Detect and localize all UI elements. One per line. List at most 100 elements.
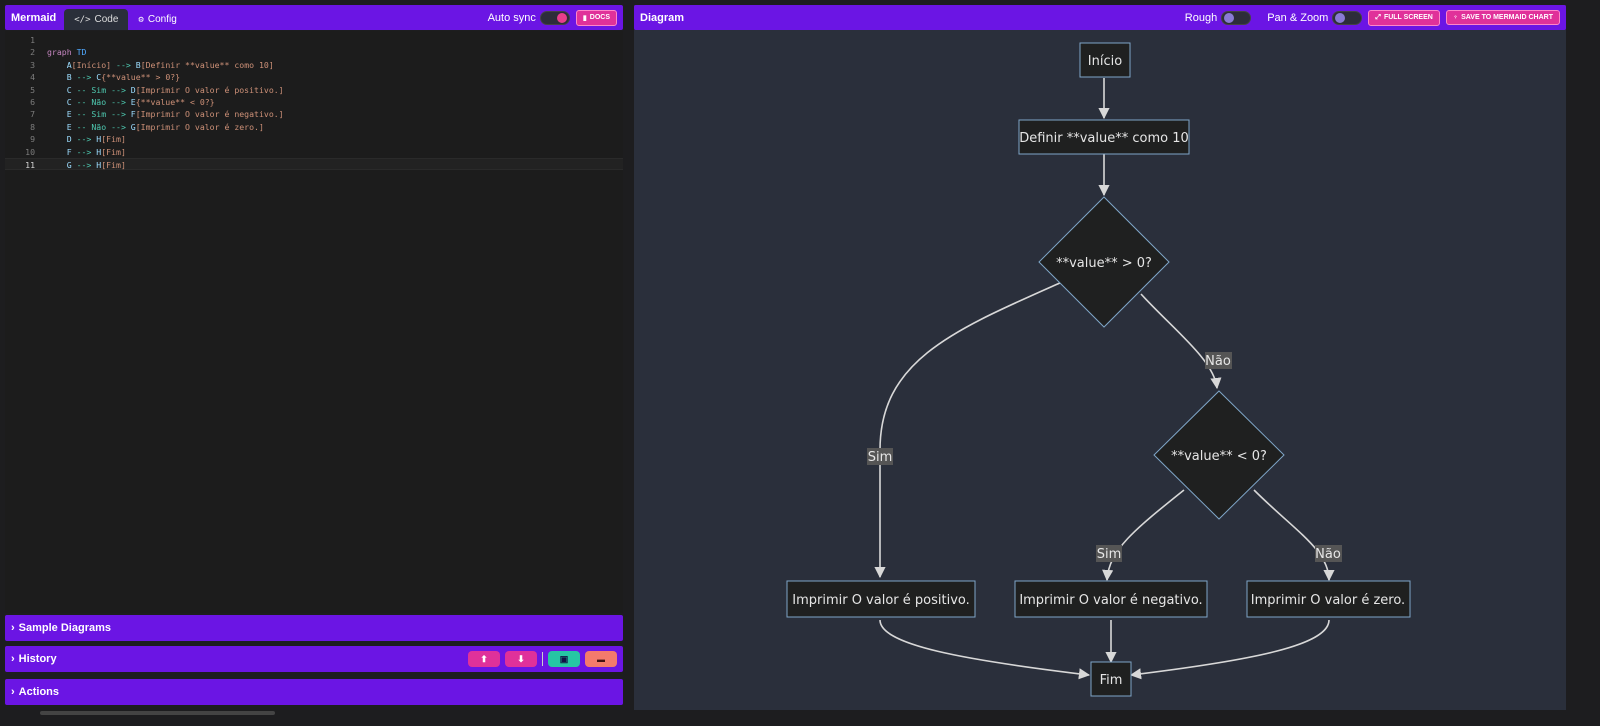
edge-c-e	[1140, 293, 1222, 390]
save-history-button[interactable]: ▣	[548, 651, 580, 667]
chevron-right-icon: ›	[11, 653, 15, 665]
code-line[interactable]: 10 F --> H[Fim]	[5, 146, 623, 158]
code-line[interactable]: 9 D --> H[Fim]	[5, 133, 623, 145]
code-token: F	[47, 146, 77, 157]
app-brand: Mermaid	[11, 11, 57, 24]
trash-icon: ▬	[597, 654, 605, 664]
code-token: D	[47, 134, 77, 145]
download-button[interactable]: ⬇	[505, 651, 537, 667]
history-label: History	[18, 653, 57, 665]
line-number: 6	[30, 96, 35, 107]
tab-code[interactable]: </> Code	[64, 9, 129, 30]
code-token: F	[125, 109, 136, 120]
code-line[interactable]: 4 B --> C{**value** > 0?}	[5, 71, 623, 83]
code-token: graph	[47, 47, 77, 58]
diagram-canvas[interactable]: Início Definir **value** como 10 **value…	[634, 30, 1566, 710]
chevron-right-icon: ›	[11, 622, 15, 634]
code-line[interactable]: 3 A[Início] --> B[Definir **value** como…	[5, 59, 623, 71]
upload-button[interactable]: ⬆	[468, 651, 500, 667]
code-token: -->	[76, 134, 92, 145]
editor-panel: Mermaid </> Code ⚙ Config Auto sync ▮ DO…	[5, 5, 623, 710]
line-number: 2	[30, 47, 35, 58]
code-token: {**value** < 0?}	[135, 96, 215, 107]
code-token: G	[125, 121, 136, 132]
docs-button[interactable]: ▮ DOCS	[575, 9, 617, 26]
upload-icon: ⬆	[480, 653, 488, 664]
code-text: B --> C{**value** > 0?}	[35, 71, 180, 83]
save-to-mermaid-chart-button[interactable]: ♆ SAVE TO MERMAID CHART	[1445, 10, 1560, 25]
line-number: 7	[30, 109, 35, 120]
code-line[interactable]: 2 graph TD	[5, 46, 623, 58]
actions-label: Actions	[18, 686, 60, 698]
node-g-label: Imprimir O valor é zero.	[1251, 593, 1405, 608]
code-token: D	[125, 84, 136, 95]
code-text: graph TD	[35, 46, 86, 58]
code-token: E	[47, 109, 77, 120]
code-token: [Definir **value** como 10]	[140, 59, 274, 70]
edge-label-e-g: Não	[1315, 547, 1341, 562]
code-token: C	[47, 84, 77, 95]
code-text: D --> H[Fim]	[35, 133, 126, 145]
code-token: {**value** > 0?}	[101, 72, 181, 83]
horizontal-scrollbar[interactable]	[40, 711, 275, 715]
edge-label-c-d: Sim	[868, 450, 893, 465]
code-token: A	[47, 59, 72, 70]
code-line[interactable]: 8 E -- Não --> G[Imprimir O valor é zero…	[5, 121, 623, 133]
mermaid-logo-icon: ♆	[1452, 14, 1459, 21]
sample-diagrams-label: Sample Diagrams	[18, 622, 111, 634]
tab-config-label: Config	[147, 14, 177, 25]
node-a-label: Início	[1088, 54, 1122, 69]
code-token: -- Sim -->	[76, 84, 126, 95]
line-number: 4	[30, 72, 35, 83]
delete-history-button[interactable]: ▬	[585, 651, 617, 667]
history-section[interactable]: › History ⬆ ⬇ ▣ ▬	[5, 646, 623, 672]
code-text: E -- Não --> G[Imprimir O valor é zero.]	[35, 121, 264, 133]
code-token: C	[47, 96, 77, 107]
editor-header: Mermaid </> Code ⚙ Config Auto sync ▮ DO…	[5, 5, 623, 30]
code-token: -->	[76, 159, 92, 170]
rough-toggle[interactable]	[1221, 10, 1252, 25]
code-line[interactable]: 7 E -- Sim --> F[Imprimir O valor é nega…	[5, 108, 623, 120]
code-text: G --> H[Fim]	[35, 159, 126, 170]
code-token: TD	[76, 47, 87, 58]
auto-sync-label: Auto sync	[487, 11, 536, 24]
edge-c-d	[874, 281, 1063, 579]
pan-zoom-toggle[interactable]	[1332, 10, 1363, 25]
book-icon: ▮	[582, 14, 587, 22]
node-d-label: Imprimir O valor é positivo.	[792, 593, 970, 608]
code-line[interactable]: 11 G --> H[Fim]	[5, 157, 623, 171]
code-token: H	[91, 159, 102, 170]
pan-zoom-label: Pan & Zoom	[1267, 11, 1329, 24]
code-token: B	[130, 59, 141, 70]
code-line[interactable]: 6 C -- Não --> E{**value** < 0?}	[5, 96, 623, 108]
auto-sync-toggle[interactable]	[539, 10, 570, 25]
expand-icon: ⤢	[1375, 13, 1381, 21]
node-e-label: **value** < 0?	[1171, 449, 1267, 464]
code-editor[interactable]: 1 2 graph TD 3 A[Início] --> B[Definir **va…	[5, 31, 623, 613]
code-line[interactable]: 1	[5, 34, 623, 46]
diagram-header: Diagram Rough Pan & Zoom ⤢ FULL SCREEN ♆…	[634, 5, 1566, 30]
sample-diagrams-section[interactable]: › Sample Diagrams	[5, 615, 623, 641]
code-token: C	[91, 72, 102, 83]
code-token: -->	[76, 72, 92, 83]
code-token: [Imprimir O valor é negativo.]	[135, 109, 284, 120]
mermaid-live-editor: Mermaid </> Code ⚙ Config Auto sync ▮ DO…	[0, 0, 1600, 726]
download-icon: ⬇	[517, 653, 525, 664]
flowchart: Início Definir **value** como 10 **value…	[786, 42, 1411, 697]
code-text: C -- Sim --> D[Imprimir O valor é positi…	[35, 84, 284, 96]
node-b-label: Definir **value** como 10	[1019, 131, 1189, 146]
edge-e-f	[1102, 489, 1185, 582]
code-token: -->	[116, 59, 131, 70]
code-token: B	[47, 72, 77, 83]
code-line[interactable]: 5 C -- Sim --> D[Imprimir O valor é posi…	[5, 84, 623, 96]
diagram-panel: Diagram Rough Pan & Zoom ⤢ FULL SCREEN ♆…	[634, 5, 1566, 710]
actions-section[interactable]: › Actions	[5, 679, 623, 705]
code-token: [Fim]	[101, 146, 126, 157]
tab-code-label: Code	[94, 14, 119, 25]
code-text: F --> H[Fim]	[35, 146, 126, 158]
code-token: H	[91, 146, 102, 157]
tab-config[interactable]: ⚙ Config	[128, 9, 186, 30]
code-token: -- Não -->	[76, 121, 126, 132]
full-screen-button[interactable]: ⤢ FULL SCREEN	[1368, 9, 1440, 26]
